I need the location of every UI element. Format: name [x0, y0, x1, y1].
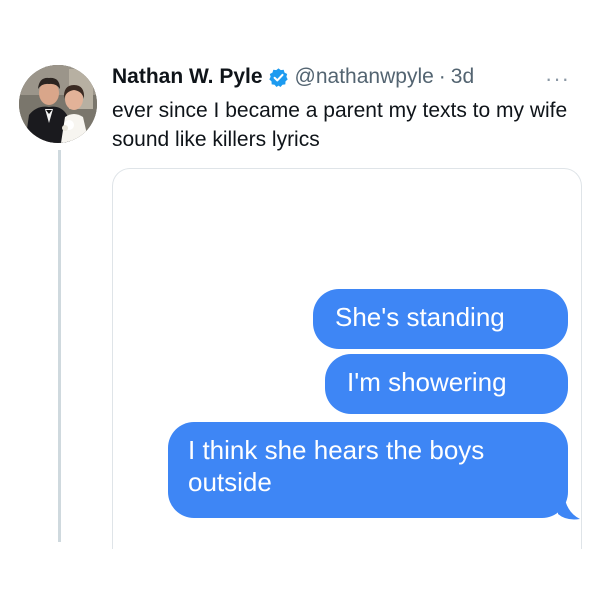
timestamp[interactable]: 3d	[451, 65, 474, 89]
bubble-tail-icon	[558, 494, 580, 520]
message-bubble: I think she hears the boys outside	[168, 422, 568, 518]
tweet-header: Nathan W. Pyle @nathanwpyle · 3d	[112, 64, 474, 90]
thread-line	[58, 150, 61, 542]
more-options-icon[interactable]: ···	[545, 66, 570, 92]
display-name[interactable]: Nathan W. Pyle	[112, 65, 263, 89]
tweet-media-image[interactable]: She's standing I'm showering I think she…	[112, 168, 582, 549]
tweet-screenshot: Nathan W. Pyle @nathanwpyle · 3d ··· eve…	[0, 0, 600, 600]
message-bubble: She's standing	[313, 289, 568, 349]
avatar[interactable]	[19, 65, 97, 143]
tweet-text: ever since I became a parent my texts to…	[112, 99, 568, 151]
user-handle[interactable]: @nathanwpyle	[295, 65, 434, 89]
separator-dot: ·	[438, 65, 446, 88]
verified-badge-icon	[268, 67, 289, 88]
message-bubble: I'm showering	[325, 354, 568, 414]
